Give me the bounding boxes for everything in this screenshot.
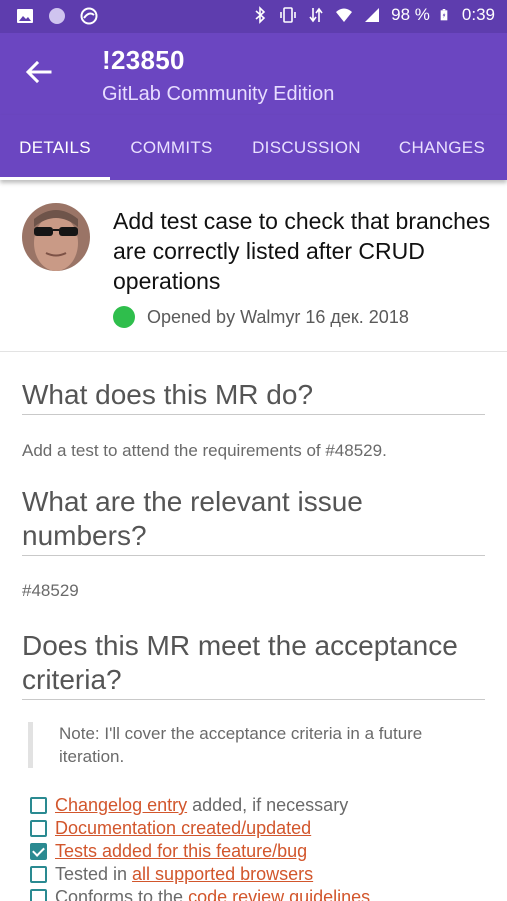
task-checkbox[interactable] (30, 797, 47, 814)
task-link[interactable]: Tests added for this feature/bug (55, 841, 307, 861)
mr-title: Add test case to check that branches are… (113, 208, 491, 294)
task-link[interactable]: all supported browsers (132, 864, 313, 884)
tab-details[interactable]: DETAILS (0, 115, 110, 180)
globe-icon (80, 7, 98, 25)
task-item: Changelog entry added, if necessary (30, 794, 485, 817)
battery-percent: 98 % (391, 5, 430, 24)
mr-opened-info: Opened by Walmyr 16 дек. 2018 (113, 306, 409, 328)
task-text: Conforms to the (55, 887, 189, 901)
heading-what-does-mr-do: What does this MR do? (22, 378, 485, 415)
opened-by-text: Opened by Walmyr 16 дек. 2018 (147, 306, 409, 327)
image-icon (17, 9, 33, 23)
app-toolbar: !23850 GitLab Community Edition (0, 33, 507, 115)
task-item: Conforms to the code review guidelines (30, 886, 485, 901)
task-checkbox[interactable] (30, 820, 47, 837)
status-bar: 98 % 0:39 (0, 0, 507, 33)
task-checkbox[interactable] (30, 889, 47, 901)
task-text: Tested in (55, 864, 133, 884)
mr-header: Add test case to check that branches are… (0, 180, 507, 352)
back-arrow-icon[interactable] (22, 55, 56, 89)
note-blockquote: Note: I'll cover the acceptance criteria… (28, 722, 485, 768)
data-arrows-icon (309, 7, 323, 23)
task-item: Tested in all supported browsers (30, 863, 485, 886)
battery-charging-icon (440, 9, 448, 21)
vibrate-icon (280, 7, 296, 23)
issue-number-text: #48529 (22, 581, 79, 600)
description-paragraph: Add a test to attend the requirements of… (22, 441, 387, 460)
wifi-icon (336, 8, 353, 22)
circle-icon (49, 8, 65, 24)
bluetooth-icon (255, 6, 266, 24)
task-list: Changelog entry added, if necessary Docu… (30, 794, 485, 901)
task-item: Documentation created/updated (30, 817, 485, 840)
page-title: !23850 (102, 45, 185, 75)
tab-changes[interactable]: CHANGES (380, 115, 504, 180)
signal-icon (365, 8, 380, 22)
task-item: Tests added for this feature/bug (30, 840, 485, 863)
heading-issue-numbers: What are the relevant issue numbers? (22, 485, 485, 556)
tab-commits[interactable]: COMMITS (110, 115, 233, 180)
avatar[interactable] (22, 203, 90, 271)
task-checkbox[interactable] (30, 866, 47, 883)
task-link[interactable]: code review guidelines (188, 887, 370, 901)
status-time: 0:39 (461, 5, 495, 24)
open-status-dot (113, 306, 135, 328)
project-name: GitLab Community Edition (102, 83, 335, 105)
task-link[interactable]: Changelog entry (55, 795, 187, 815)
heading-acceptance-criteria: Does this MR meet the acceptance criteri… (22, 629, 485, 700)
tab-bar: DETAILS COMMITS DISCUSSION CHANGES (0, 115, 507, 180)
task-text: added, if necessary (187, 795, 349, 815)
task-link[interactable]: Documentation created/updated (55, 818, 311, 838)
task-checkbox-checked[interactable] (30, 843, 47, 860)
tab-discussion[interactable]: DISCUSSION (233, 115, 380, 180)
mr-description: What does this MR do? Add a test to atte… (22, 352, 485, 901)
